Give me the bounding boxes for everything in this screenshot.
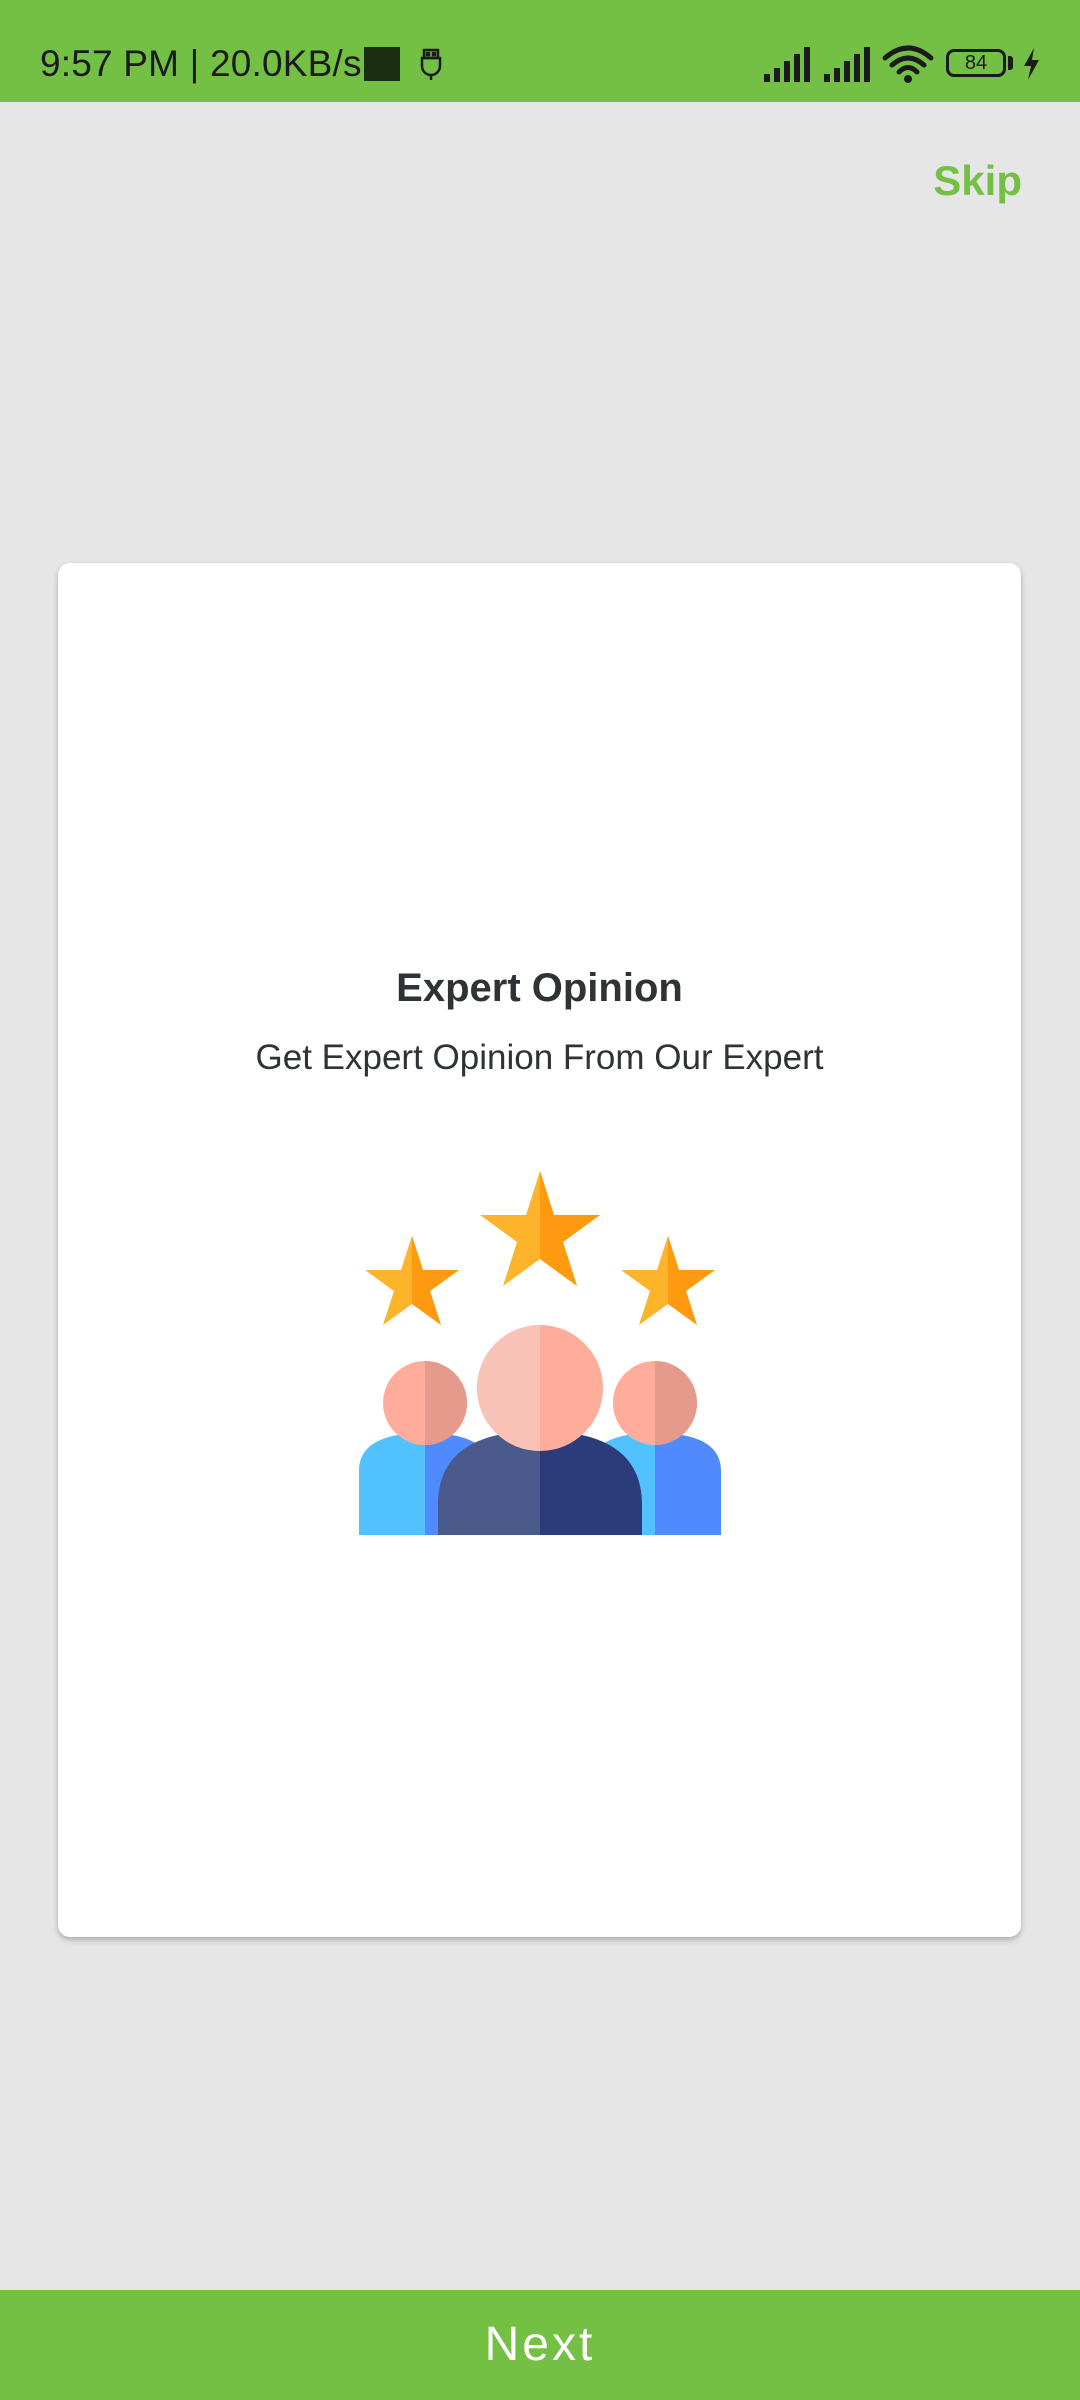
signal-icon xyxy=(764,47,810,82)
expert-rating-group-icon xyxy=(359,1171,721,1535)
signal-icon xyxy=(824,47,870,82)
battery-icon: 84 xyxy=(946,49,1006,77)
status-bar: 9:57 PM | 20.0KB/s 84 xyxy=(0,0,1080,102)
onboarding-card: Expert Opinion Get Expert Opinion From O… xyxy=(58,563,1021,1937)
card-title: Expert Opinion xyxy=(396,966,683,1010)
center-star-icon xyxy=(480,1171,600,1286)
status-time: 9:57 PM | 20.0KB/s xyxy=(40,43,362,84)
charging-icon xyxy=(1024,48,1039,80)
stop-square-icon xyxy=(364,47,400,81)
wifi-icon xyxy=(882,45,934,83)
battery-cap xyxy=(1008,56,1013,70)
right-star-icon xyxy=(621,1236,715,1325)
battery-level: 84 xyxy=(964,52,988,74)
next-button[interactable]: Next xyxy=(0,2290,1080,2400)
card-subtitle: Get Expert Opinion From Our Expert xyxy=(255,1038,824,1077)
skip-button[interactable]: Skip xyxy=(933,155,1022,207)
usb-icon xyxy=(420,48,442,80)
left-star-icon xyxy=(365,1236,459,1325)
